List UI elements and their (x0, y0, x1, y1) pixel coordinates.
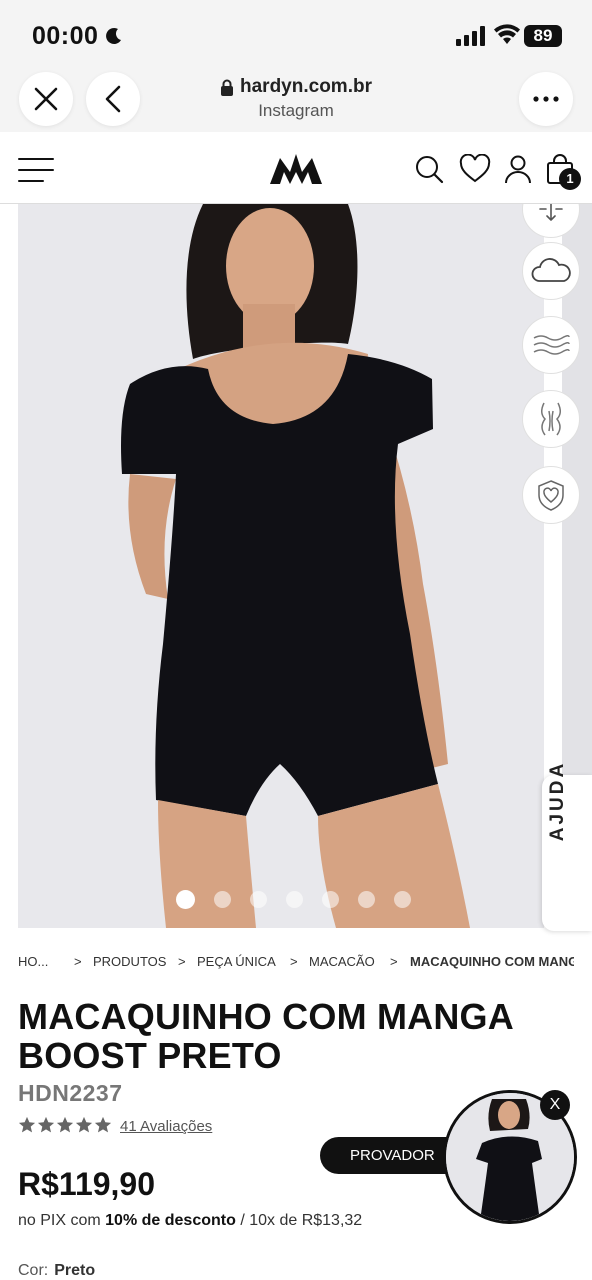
product-title: MACAQUINHO COM MANGA BOOST PRETO (18, 996, 513, 1076)
breadcrumb-separator: > (290, 954, 298, 969)
breadcrumb-current: MACAQUINHO COM MANGA (410, 954, 574, 969)
product-gallery[interactable] (0, 204, 592, 928)
product-sku: HDN2237 (18, 1080, 123, 1106)
pagination-dot[interactable] (176, 890, 195, 909)
breadcrumb-home[interactable]: HO... (18, 954, 48, 969)
breadcrumb: HO... > PRODUTOS > PEÇA ÚNICA > MACACÃO … (18, 954, 574, 972)
breadcrumb-separator: > (178, 954, 186, 969)
color-row: Cor: Preto (18, 1262, 95, 1280)
pagination-dot[interactable] (250, 891, 267, 908)
color-value: Preto (54, 1262, 96, 1279)
user-icon[interactable] (504, 154, 532, 184)
close-icon (34, 87, 58, 111)
status-bar: 00:00 89 (0, 0, 592, 70)
pix-discount-line: no PIX com 10% de desconto / 10x de R$13… (18, 1212, 362, 1230)
star-icon (37, 1116, 55, 1133)
star-icon (56, 1116, 74, 1133)
body-shape-icon (541, 402, 561, 436)
breadcrumb-separator: > (390, 954, 398, 969)
star-icon (94, 1116, 112, 1133)
url-domain: hardyn.com.br (240, 76, 372, 97)
moon-icon (106, 27, 121, 44)
feature-breathable[interactable] (522, 316, 580, 374)
breadcrumb-item-peca-unica[interactable]: PEÇA ÚNICA (197, 954, 276, 969)
wind-icon (533, 334, 570, 355)
battery-icon: 89 (524, 25, 562, 47)
pagination-dot[interactable] (394, 891, 411, 908)
star-icon (75, 1116, 93, 1133)
try-on-close-button[interactable]: X (540, 1090, 570, 1120)
breadcrumb-separator: > (74, 954, 82, 969)
site-header: 1 (0, 132, 592, 204)
brand-logo[interactable] (268, 150, 324, 186)
pagination-dot[interactable] (322, 891, 339, 908)
pix-prefix: no PIX com (18, 1212, 101, 1229)
back-button[interactable] (86, 72, 140, 126)
star-icon (18, 1116, 36, 1133)
shield-heart-icon (538, 480, 564, 511)
feature-protection[interactable] (522, 466, 580, 524)
gallery-pagination (176, 890, 411, 909)
signal-icon (456, 26, 485, 46)
breadcrumb-item-produtos[interactable]: PRODUTOS (93, 954, 166, 969)
product-photo (18, 204, 544, 928)
color-label: Cor: (18, 1262, 49, 1279)
more-icon (533, 96, 559, 102)
gallery-gutter-left (0, 204, 18, 928)
close-browser-button[interactable] (19, 72, 73, 126)
back-icon (105, 85, 121, 113)
browser-bar: hardyn.com.br Instagram (0, 70, 592, 132)
address-bar[interactable]: hardyn.com.br Instagram (180, 76, 412, 121)
installments: / 10x de R$13,32 (240, 1212, 363, 1229)
help-label: AJUDA (547, 760, 568, 842)
pix-discount: 10% de desconto (105, 1212, 236, 1229)
heart-icon[interactable] (459, 154, 491, 184)
feature-shaping[interactable] (522, 390, 580, 448)
help-tab[interactable]: AJUDA (542, 761, 592, 931)
pagination-dot[interactable] (286, 891, 303, 908)
breadcrumb-item-macacao[interactable]: MACACÃO (309, 954, 375, 969)
search-icon[interactable] (414, 154, 444, 184)
wifi-icon (494, 24, 520, 44)
pagination-dot[interactable] (214, 891, 231, 908)
url-subtitle: Instagram (258, 101, 334, 120)
feature-soft[interactable] (522, 242, 580, 300)
menu-icon[interactable] (18, 156, 54, 184)
stretch-icon (539, 204, 563, 221)
more-button[interactable] (519, 72, 573, 126)
pagination-dot[interactable] (358, 891, 375, 908)
reviews-link[interactable]: 41 Avaliações (120, 1118, 212, 1135)
product-price: R$119,90 (18, 1166, 156, 1202)
rating-stars (18, 1116, 112, 1134)
status-time: 00:00 (32, 22, 99, 50)
cloud-icon (531, 258, 571, 282)
cart-count-badge: 1 (559, 168, 581, 190)
lock-icon (221, 79, 233, 96)
